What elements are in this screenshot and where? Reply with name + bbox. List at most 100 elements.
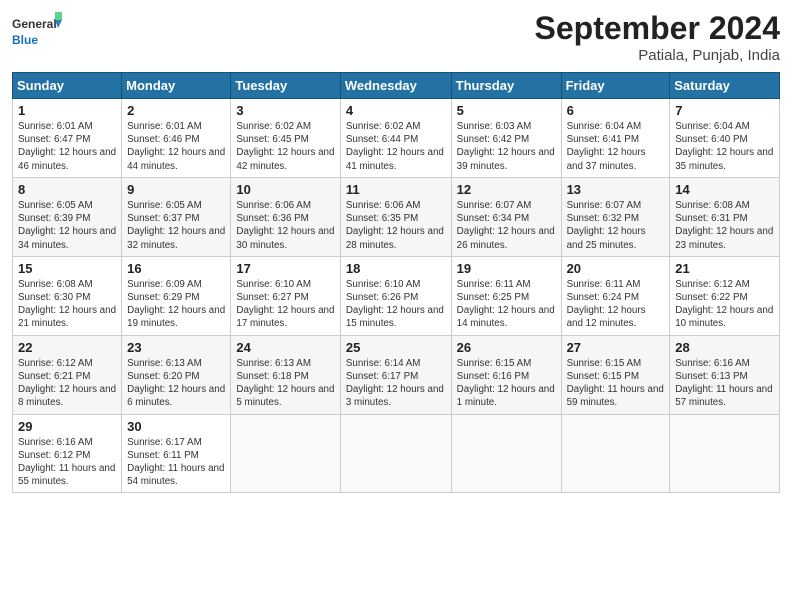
- day-number: 14: [675, 182, 774, 197]
- day-number: 30: [127, 419, 225, 434]
- day-info: Sunrise: 6:14 AMSunset: 6:17 PMDaylight:…: [346, 357, 446, 410]
- day-number: 22: [18, 340, 116, 355]
- page-header: General Blue September 2024 Patiala, Pun…: [12, 10, 780, 64]
- header-friday: Friday: [561, 73, 670, 99]
- title-block: September 2024 Patiala, Punjab, India: [535, 10, 780, 64]
- calendar-day-cell: 28 Sunrise: 6:16 AMSunset: 6:13 PMDaylig…: [670, 335, 780, 414]
- day-number: 4: [346, 103, 446, 118]
- day-number: 7: [675, 103, 774, 118]
- header-wednesday: Wednesday: [340, 73, 451, 99]
- calendar-day-cell: 7 Sunrise: 6:04 AMSunset: 6:40 PMDayligh…: [670, 99, 780, 178]
- day-info: Sunrise: 6:13 AMSunset: 6:20 PMDaylight:…: [127, 357, 225, 410]
- day-info: Sunrise: 6:02 AMSunset: 6:44 PMDaylight:…: [346, 120, 446, 173]
- day-info: Sunrise: 6:16 AMSunset: 6:12 PMDaylight:…: [18, 436, 116, 489]
- calendar-day-cell: 18 Sunrise: 6:10 AMSunset: 6:26 PMDaylig…: [340, 256, 451, 335]
- logo: General Blue: [12, 10, 62, 52]
- day-info: Sunrise: 6:08 AMSunset: 6:31 PMDaylight:…: [675, 199, 774, 252]
- svg-text:General: General: [12, 17, 57, 31]
- day-info: Sunrise: 6:05 AMSunset: 6:37 PMDaylight:…: [127, 199, 225, 252]
- calendar-day-cell: 11 Sunrise: 6:06 AMSunset: 6:35 PMDaylig…: [340, 177, 451, 256]
- day-info: Sunrise: 6:10 AMSunset: 6:27 PMDaylight:…: [236, 278, 334, 331]
- calendar-day-cell: 19 Sunrise: 6:11 AMSunset: 6:25 PMDaylig…: [451, 256, 561, 335]
- day-number: 21: [675, 261, 774, 276]
- day-number: 18: [346, 261, 446, 276]
- calendar-header-row: Sunday Monday Tuesday Wednesday Thursday…: [13, 73, 780, 99]
- day-info: Sunrise: 6:05 AMSunset: 6:39 PMDaylight:…: [18, 199, 116, 252]
- day-number: 26: [457, 340, 556, 355]
- day-number: 3: [236, 103, 334, 118]
- header-saturday: Saturday: [670, 73, 780, 99]
- day-number: 16: [127, 261, 225, 276]
- day-info: Sunrise: 6:04 AMSunset: 6:40 PMDaylight:…: [675, 120, 774, 173]
- calendar-day-cell: [231, 414, 340, 493]
- calendar-day-cell: 17 Sunrise: 6:10 AMSunset: 6:27 PMDaylig…: [231, 256, 340, 335]
- day-info: Sunrise: 6:01 AMSunset: 6:47 PMDaylight:…: [18, 120, 116, 173]
- header-sunday: Sunday: [13, 73, 122, 99]
- day-info: Sunrise: 6:15 AMSunset: 6:16 PMDaylight:…: [457, 357, 556, 410]
- calendar-week-row: 15 Sunrise: 6:08 AMSunset: 6:30 PMDaylig…: [13, 256, 780, 335]
- day-number: 17: [236, 261, 334, 276]
- calendar-day-cell: 2 Sunrise: 6:01 AMSunset: 6:46 PMDayligh…: [122, 99, 231, 178]
- calendar-day-cell: 5 Sunrise: 6:03 AMSunset: 6:42 PMDayligh…: [451, 99, 561, 178]
- calendar-day-cell: 26 Sunrise: 6:15 AMSunset: 6:16 PMDaylig…: [451, 335, 561, 414]
- calendar-day-cell: 29 Sunrise: 6:16 AMSunset: 6:12 PMDaylig…: [13, 414, 122, 493]
- calendar-day-cell: 27 Sunrise: 6:15 AMSunset: 6:15 PMDaylig…: [561, 335, 670, 414]
- calendar-day-cell: 24 Sunrise: 6:13 AMSunset: 6:18 PMDaylig…: [231, 335, 340, 414]
- calendar-day-cell: [670, 414, 780, 493]
- day-info: Sunrise: 6:10 AMSunset: 6:26 PMDaylight:…: [346, 278, 446, 331]
- calendar-day-cell: 21 Sunrise: 6:12 AMSunset: 6:22 PMDaylig…: [670, 256, 780, 335]
- calendar-day-cell: 16 Sunrise: 6:09 AMSunset: 6:29 PMDaylig…: [122, 256, 231, 335]
- svg-text:Blue: Blue: [12, 33, 38, 47]
- day-info: Sunrise: 6:15 AMSunset: 6:15 PMDaylight:…: [567, 357, 665, 410]
- day-info: Sunrise: 6:08 AMSunset: 6:30 PMDaylight:…: [18, 278, 116, 331]
- day-number: 11: [346, 182, 446, 197]
- calendar-day-cell: 13 Sunrise: 6:07 AMSunset: 6:32 PMDaylig…: [561, 177, 670, 256]
- day-info: Sunrise: 6:12 AMSunset: 6:22 PMDaylight:…: [675, 278, 774, 331]
- day-info: Sunrise: 6:06 AMSunset: 6:36 PMDaylight:…: [236, 199, 334, 252]
- calendar-day-cell: [561, 414, 670, 493]
- day-number: 20: [567, 261, 665, 276]
- day-number: 6: [567, 103, 665, 118]
- calendar-day-cell: 9 Sunrise: 6:05 AMSunset: 6:37 PMDayligh…: [122, 177, 231, 256]
- day-number: 10: [236, 182, 334, 197]
- day-number: 29: [18, 419, 116, 434]
- calendar-day-cell: 8 Sunrise: 6:05 AMSunset: 6:39 PMDayligh…: [13, 177, 122, 256]
- day-number: 28: [675, 340, 774, 355]
- calendar-day-cell: 25 Sunrise: 6:14 AMSunset: 6:17 PMDaylig…: [340, 335, 451, 414]
- day-info: Sunrise: 6:11 AMSunset: 6:24 PMDaylight:…: [567, 278, 665, 331]
- day-number: 1: [18, 103, 116, 118]
- calendar-day-cell: 4 Sunrise: 6:02 AMSunset: 6:44 PMDayligh…: [340, 99, 451, 178]
- calendar-week-row: 22 Sunrise: 6:12 AMSunset: 6:21 PMDaylig…: [13, 335, 780, 414]
- header-tuesday: Tuesday: [231, 73, 340, 99]
- calendar-day-cell: 14 Sunrise: 6:08 AMSunset: 6:31 PMDaylig…: [670, 177, 780, 256]
- day-number: 24: [236, 340, 334, 355]
- calendar-day-cell: 20 Sunrise: 6:11 AMSunset: 6:24 PMDaylig…: [561, 256, 670, 335]
- calendar-day-cell: [451, 414, 561, 493]
- day-number: 19: [457, 261, 556, 276]
- day-info: Sunrise: 6:03 AMSunset: 6:42 PMDaylight:…: [457, 120, 556, 173]
- day-info: Sunrise: 6:17 AMSunset: 6:11 PMDaylight:…: [127, 436, 225, 489]
- day-info: Sunrise: 6:09 AMSunset: 6:29 PMDaylight:…: [127, 278, 225, 331]
- calendar-day-cell: [340, 414, 451, 493]
- calendar-day-cell: 12 Sunrise: 6:07 AMSunset: 6:34 PMDaylig…: [451, 177, 561, 256]
- day-info: Sunrise: 6:02 AMSunset: 6:45 PMDaylight:…: [236, 120, 334, 173]
- day-number: 5: [457, 103, 556, 118]
- calendar-day-cell: 10 Sunrise: 6:06 AMSunset: 6:36 PMDaylig…: [231, 177, 340, 256]
- calendar-day-cell: 3 Sunrise: 6:02 AMSunset: 6:45 PMDayligh…: [231, 99, 340, 178]
- day-number: 23: [127, 340, 225, 355]
- day-number: 13: [567, 182, 665, 197]
- day-number: 2: [127, 103, 225, 118]
- day-info: Sunrise: 6:06 AMSunset: 6:35 PMDaylight:…: [346, 199, 446, 252]
- calendar-week-row: 1 Sunrise: 6:01 AMSunset: 6:47 PMDayligh…: [13, 99, 780, 178]
- day-info: Sunrise: 6:12 AMSunset: 6:21 PMDaylight:…: [18, 357, 116, 410]
- month-title: September 2024: [535, 10, 780, 47]
- day-number: 12: [457, 182, 556, 197]
- calendar-table: Sunday Monday Tuesday Wednesday Thursday…: [12, 72, 780, 493]
- day-number: 25: [346, 340, 446, 355]
- calendar-day-cell: 30 Sunrise: 6:17 AMSunset: 6:11 PMDaylig…: [122, 414, 231, 493]
- calendar-week-row: 8 Sunrise: 6:05 AMSunset: 6:39 PMDayligh…: [13, 177, 780, 256]
- calendar-day-cell: 23 Sunrise: 6:13 AMSunset: 6:20 PMDaylig…: [122, 335, 231, 414]
- day-number: 15: [18, 261, 116, 276]
- day-number: 8: [18, 182, 116, 197]
- day-info: Sunrise: 6:11 AMSunset: 6:25 PMDaylight:…: [457, 278, 556, 331]
